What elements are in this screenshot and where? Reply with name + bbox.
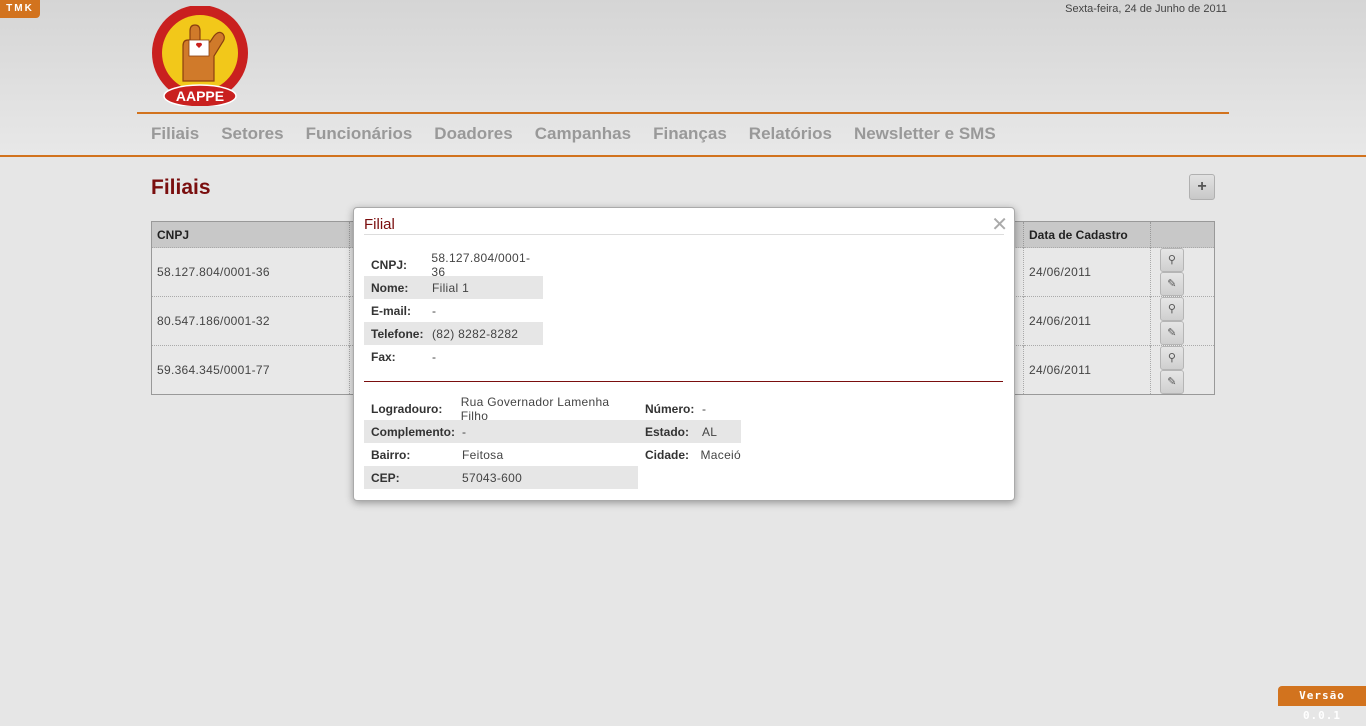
pencil-icon: ✎ (1167, 376, 1177, 388)
nav-item-filiais[interactable]: Filiais (151, 124, 199, 144)
filial-modal: Filial ✕ CNPJ: 58.127.804/0001-36 Nome: … (353, 207, 1015, 501)
aappe-logo[interactable]: AAPPE (150, 6, 250, 106)
cell-actions: ⚲✎ (1150, 296, 1214, 346)
version-badge: Versão 0.0.1 (1278, 686, 1366, 722)
modal-title: Filial (364, 216, 395, 233)
page-title: Filiais (151, 176, 211, 199)
nav-item-financas[interactable]: Finanças (653, 124, 727, 144)
cell-data: 24/06/2011 (1023, 345, 1151, 394)
info-row-fax: Fax: - (371, 349, 437, 364)
search-icon: ⚲ (1167, 254, 1177, 266)
address-row-complemento: Complemento: - (364, 420, 638, 443)
address-divider (364, 381, 1003, 382)
nav-item-setores[interactable]: Setores (221, 124, 283, 144)
nav-item-relatorios[interactable]: Relatórios (749, 124, 832, 144)
modal-title-divider (364, 234, 1004, 235)
address-row-bairro: Bairro: Feitosa (371, 447, 504, 462)
address-right-block: Número: - Estado: AL Cidade: Maceió (638, 397, 741, 466)
info-row-telefone: Telefone: (82) 8282-8282 (364, 322, 543, 345)
cell-data: 24/06/2011 (1023, 247, 1151, 297)
view-button[interactable]: ⚲ (1160, 297, 1184, 321)
pencil-icon: ✎ (1167, 327, 1177, 339)
add-button[interactable]: + (1189, 174, 1215, 200)
logo-text: AAPPE (176, 88, 224, 104)
address-row-numero: Número: - (645, 401, 707, 416)
address-row-logradouro: Logradouro: Rua Governador Lamenha Filho (371, 394, 610, 423)
nav-item-newsletter[interactable]: Newsletter e SMS (854, 124, 996, 144)
cell-cnpj: 58.127.804/0001-36 (152, 247, 350, 297)
info-block: CNPJ: 58.127.804/0001-36 Nome: Filial 1 … (364, 250, 543, 368)
cell-actions: ⚲✎ (1150, 345, 1214, 394)
edit-button[interactable]: ✎ (1160, 321, 1184, 345)
nav-item-funcionarios[interactable]: Funcionários (306, 124, 413, 144)
nav-divider (137, 112, 1229, 114)
edit-button[interactable]: ✎ (1160, 272, 1184, 296)
edit-button[interactable]: ✎ (1160, 370, 1184, 394)
nav-item-doadores[interactable]: Doadores (434, 124, 512, 144)
search-icon: ⚲ (1167, 303, 1177, 315)
address-row-estado: Estado: AL (638, 420, 741, 443)
nav-item-campanhas[interactable]: Campanhas (535, 124, 631, 144)
info-row-email: E-mail: - (371, 303, 437, 318)
view-button[interactable]: ⚲ (1160, 248, 1184, 272)
cell-actions: ⚲✎ (1150, 247, 1214, 297)
view-button[interactable]: ⚲ (1160, 346, 1184, 370)
col-header-actions (1150, 222, 1214, 248)
info-row-cnpj: CNPJ: 58.127.804/0001-36 (371, 250, 531, 279)
search-icon: ⚲ (1167, 352, 1177, 364)
cell-data: 24/06/2011 (1023, 296, 1151, 346)
pencil-icon: ✎ (1167, 278, 1177, 290)
address-row-cidade: Cidade: Maceió (645, 447, 741, 462)
current-date: Sexta-feira, 24 de Junho de 2011 (1065, 3, 1227, 15)
cell-cnpj: 59.364.345/0001-77 (152, 345, 350, 394)
main-nav: Filiais Setores Funcionários Doadores Ca… (151, 124, 1018, 144)
cell-cnpj: 80.547.186/0001-32 (152, 296, 350, 346)
address-left-block: Logradouro: Rua Governador Lamenha Filho… (364, 394, 638, 489)
col-header-data-cadastro[interactable]: Data de Cadastro (1023, 222, 1151, 248)
col-header-cnpj[interactable]: CNPJ (152, 222, 350, 248)
address-row-cep: CEP: 57043-600 (364, 466, 638, 489)
info-row-nome: Nome: Filial 1 (364, 276, 543, 299)
tmk-tag[interactable]: TMK (0, 0, 40, 18)
